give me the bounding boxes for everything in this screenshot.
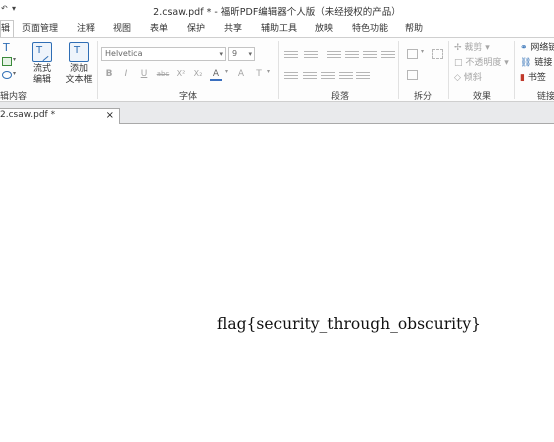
group-divider xyxy=(448,41,449,99)
document-text[interactable]: flag{security_through_obscurity} xyxy=(217,315,481,333)
opacity-button[interactable]: □ 不透明度 ▾ xyxy=(454,57,509,69)
web-link-label: 网络链接 xyxy=(530,43,554,53)
document-page: flag{security_through_obscurity} xyxy=(0,124,554,442)
vertical-align-icon[interactable] xyxy=(356,70,370,82)
text-highlight-button[interactable]: A xyxy=(235,68,247,80)
text-spacing-dropdown-icon[interactable]: ▾ xyxy=(267,68,270,75)
paragraph-group-label: 段落 xyxy=(331,92,350,102)
skew-label: 倾斜 xyxy=(463,73,482,83)
superscript-button[interactable]: X² xyxy=(175,68,187,80)
font-color-dropdown-icon[interactable]: ▾ xyxy=(225,68,228,75)
align-center-icon[interactable] xyxy=(345,49,359,61)
line-spacing-icon[interactable] xyxy=(321,70,335,82)
group-divider xyxy=(398,41,399,99)
text-spacing-button[interactable]: T xyxy=(253,68,265,80)
italic-button[interactable]: I xyxy=(120,68,132,80)
document-tab-label: 2.csaw.pdf * xyxy=(0,110,56,120)
shape-tool-icon[interactable] xyxy=(2,71,12,79)
increase-indent-icon[interactable] xyxy=(303,70,317,82)
split-icon[interactable] xyxy=(407,49,418,59)
add-textbox-label: 添加 文本框 xyxy=(65,64,93,85)
chevron-down-icon: ▾ xyxy=(248,50,252,58)
tab-view[interactable]: 视图 xyxy=(113,23,131,35)
link-split-icon[interactable] xyxy=(407,70,418,80)
decrease-indent-icon[interactable] xyxy=(284,70,298,82)
bookmark-button[interactable]: ▮ 书签 xyxy=(520,72,546,84)
strikethrough-button[interactable]: abc xyxy=(155,68,171,80)
edit-content-group-label: 辑内容 xyxy=(0,92,28,102)
font-name-value: Helvetica xyxy=(105,49,143,58)
font-size-value: 9 xyxy=(232,49,238,58)
numbered-list-icon[interactable] xyxy=(304,49,318,61)
add-textbox-icon: T xyxy=(69,42,89,62)
bullet-list-icon[interactable] xyxy=(284,49,298,61)
skew-button[interactable]: ◇ 倾斜 xyxy=(454,72,482,84)
foxit-pdf-editor-window: ↶ ▾ 2.csaw.pdf * - 福昕PDF编辑器个人版（未经授权的产品） … xyxy=(0,0,554,442)
font-name-select[interactable]: Helvetica ▾ xyxy=(101,47,226,61)
group-divider xyxy=(97,41,98,99)
effect-group-label: 效果 xyxy=(473,92,492,102)
image-tool-icon[interactable] xyxy=(2,57,12,66)
crop-label: 裁剪 xyxy=(464,43,483,53)
shape-dropdown-icon[interactable]: ▾ xyxy=(13,70,16,77)
menu-bar: 辑 页面管理 注释 视图 表单 保护 共享 辅助工具 放映 特色功能 帮助 xyxy=(0,20,554,38)
align-right-icon[interactable] xyxy=(363,49,377,61)
tab-help[interactable]: 帮助 xyxy=(405,23,423,35)
split-dropdown-icon[interactable]: ▾ xyxy=(421,48,424,55)
link-group-label: 链接 xyxy=(537,92,554,102)
crop-button[interactable]: ✢ 裁剪 ▾ xyxy=(454,42,490,54)
split-group-label: 拆分 xyxy=(414,92,433,102)
link-label: 链接 xyxy=(534,58,553,68)
align-left-icon[interactable] xyxy=(327,49,341,61)
tab-page-management[interactable]: 页面管理 xyxy=(22,23,58,35)
paragraph-spacing-icon[interactable] xyxy=(339,70,353,82)
justify-icon[interactable] xyxy=(381,49,395,61)
chevron-down-icon: ▾ xyxy=(219,50,223,58)
tab-accessibility-tools[interactable]: 辅助工具 xyxy=(261,23,297,35)
close-icon[interactable]: × xyxy=(106,109,114,122)
font-color-button[interactable]: A xyxy=(210,68,222,81)
document-tab[interactable]: 2.csaw.pdf * × xyxy=(0,108,120,124)
web-link-button[interactable]: ⚭ 网络链接 xyxy=(520,42,554,54)
flow-edit-button[interactable]: T 流式 编辑 xyxy=(27,42,57,86)
title-bar: ↶ ▾ 2.csaw.pdf * - 福昕PDF编辑器个人版（未经授权的产品） xyxy=(0,0,554,20)
bold-button[interactable]: B xyxy=(103,68,115,80)
tab-comment[interactable]: 注释 xyxy=(77,23,95,35)
flow-edit-icon: T xyxy=(32,42,52,62)
window-title: 2.csaw.pdf * - 福昕PDF编辑器个人版（未经授权的产品） xyxy=(153,7,401,18)
flow-edit-label: 流式 编辑 xyxy=(32,64,51,85)
opacity-label: 不透明度 xyxy=(465,58,502,68)
underline-button[interactable]: U xyxy=(138,68,150,80)
tab-edit[interactable]: 辑 xyxy=(0,20,15,38)
tab-protect[interactable]: 保护 xyxy=(187,23,205,35)
image-dropdown-icon[interactable]: ▾ xyxy=(13,56,16,63)
tab-share[interactable]: 共享 xyxy=(224,23,242,35)
font-group-label: 字体 xyxy=(179,92,198,102)
text-tool-icon[interactable]: T xyxy=(3,42,10,54)
tab-slideshow[interactable]: 放映 xyxy=(315,23,333,35)
document-tab-strip: 2.csaw.pdf * × xyxy=(0,102,554,124)
add-textbox-button[interactable]: T 添加 文本框 xyxy=(62,42,96,86)
tab-form[interactable]: 表单 xyxy=(150,23,168,35)
ribbon-toolbar: T ▾ ▾ T 流式 编辑 T 添加 文本框 辑内容 Helvetica ▾ 9… xyxy=(0,37,554,102)
group-divider xyxy=(514,41,515,99)
merge-icon[interactable] xyxy=(432,49,443,59)
bookmark-label: 书签 xyxy=(527,73,546,83)
tab-special-features[interactable]: 特色功能 xyxy=(352,23,388,35)
font-size-select[interactable]: 9 ▾ xyxy=(228,47,255,61)
subscript-button[interactable]: X₂ xyxy=(192,68,204,80)
link-button[interactable]: ⛓ 链接 xyxy=(520,57,552,69)
group-divider xyxy=(278,41,279,99)
